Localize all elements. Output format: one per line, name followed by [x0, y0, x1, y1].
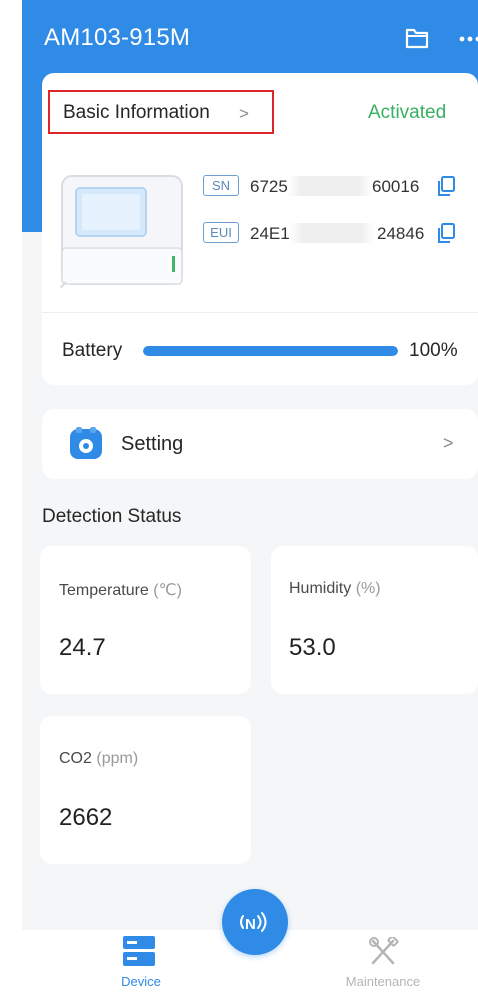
device-tab-icon[interactable]	[121, 934, 157, 968]
co2-label: CO2 (ppm)	[59, 750, 139, 767]
setting-row[interactable]	[42, 409, 478, 479]
sn-redaction	[288, 176, 372, 196]
activation-status: Activated	[368, 102, 447, 123]
chevron-right-icon: >	[239, 104, 249, 123]
device-image	[60, 175, 183, 289]
battery-bar	[143, 346, 398, 356]
left-margin	[0, 0, 22, 993]
sn-tag: SN	[203, 175, 239, 196]
eui-prefix: 24E1	[250, 224, 290, 243]
basic-information-label: Basic Information	[63, 102, 210, 123]
tab-device[interactable]: Device	[116, 974, 166, 989]
battery-value: 100%	[409, 340, 458, 361]
divider	[42, 312, 478, 313]
eui-redaction	[290, 223, 374, 243]
temperature-value: 24.7	[59, 634, 106, 661]
svg-text:N: N	[245, 916, 256, 933]
copy-eui-icon[interactable]	[436, 222, 456, 244]
folder-icon[interactable]	[405, 27, 429, 49]
copy-sn-icon[interactable]	[436, 175, 456, 197]
maintenance-tools-icon[interactable]	[367, 937, 399, 967]
chevron-right-icon: >	[443, 433, 454, 453]
eui-tag: EUI	[203, 222, 239, 243]
humidity-card	[271, 546, 478, 694]
sn-prefix: 6725	[250, 177, 288, 196]
humidity-label: Humidity (%)	[289, 580, 381, 597]
nfc-icon: N	[240, 912, 267, 933]
co2-card	[40, 716, 251, 864]
battery-label: Battery	[62, 340, 123, 361]
humidity-value: 53.0	[289, 634, 336, 661]
battery-bar-fill	[143, 346, 398, 356]
more-icon[interactable]	[459, 36, 478, 42]
temperature-card	[40, 546, 251, 694]
eui-suffix: 24846	[377, 224, 425, 243]
tab-maintenance[interactable]: Maintenance	[337, 974, 429, 989]
co2-value: 2662	[59, 804, 113, 831]
settings-gear-icon	[70, 427, 102, 459]
sn-suffix: 60016	[372, 177, 420, 196]
page-title: AM103-915M	[44, 24, 191, 51]
temperature-label: Temperature (℃)	[59, 582, 182, 599]
setting-label: Setting	[121, 433, 184, 455]
section-title: Detection Status	[42, 506, 182, 527]
